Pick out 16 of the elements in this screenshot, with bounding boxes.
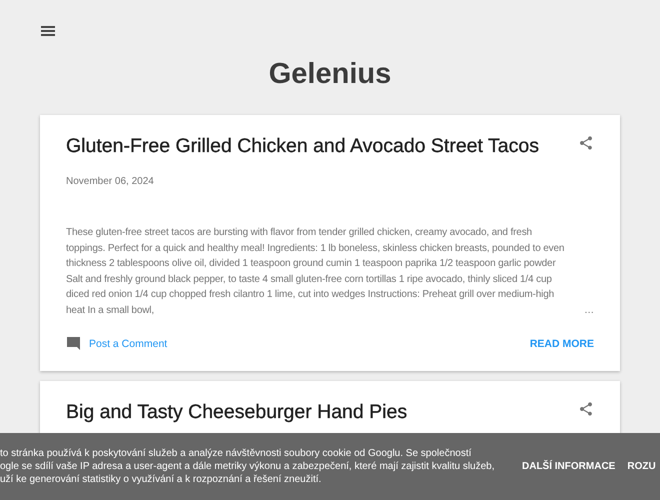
post-title[interactable]: Gluten-Free Grilled Chicken and Avocado Street Tacos <box>66 134 539 158</box>
blog-title[interactable]: Gelenius <box>0 0 660 91</box>
read-more-link[interactable]: READ MORE <box>530 338 594 350</box>
cookie-notice-line: to stránka používá k poskytování služeb a analýze návštěvnosti soubory cookie od Googlu. Se společností <box>0 448 472 459</box>
post-snippet: These gluten-free street tacos are bursting with flavor from tender grilled chicken, creamy avocado, and fresh toppings. Perfect for a quick and healthy meal! Ingredients: 1 lb boneless, skinless chicken breasts, pounded to even thickness 2 tablespoons olive oil, divided 1 teaspoon ground cumin 1 teaspoon paprika 1/2 teaspoon garlic powder Salt and freshly ground black pepper, to taste 4 small gluten-free corn tortillas 1 ripe avocado, thinly sliced 1/4 cup diced red onion 1/4 cup chopped fresh cilantro 1 lime, cut into wedges Instructions: Preheat grill over medium-high heat In a small bowl, … <box>66 226 594 318</box>
menu-icon[interactable] <box>41 25 55 37</box>
share-icon[interactable] <box>578 401 594 417</box>
comment-icon <box>66 336 81 351</box>
post-title[interactable]: Big and Tasty Cheeseburger Hand Pies <box>66 400 408 424</box>
post-date: November 06, 2024 <box>66 176 155 187</box>
post-comment-link[interactable]: Post a Comment <box>89 338 168 350</box>
cookie-button[interactable]: ROZU <box>627 461 656 472</box>
cookie-button[interactable]: DALŠÍ INFORMACE <box>522 461 616 472</box>
share-icon[interactable] <box>578 135 594 151</box>
cookie-notice-line: uží ke generování statistiky o využívání a k rozpoznání a řešení zneužití. <box>0 474 322 485</box>
cookie-notice-line: ogle se sdílí vaše IP adresa a user-agent a dále metriky výkonu a zabezpečení, které mají zajistit kvalitu služeb, <box>0 461 496 472</box>
